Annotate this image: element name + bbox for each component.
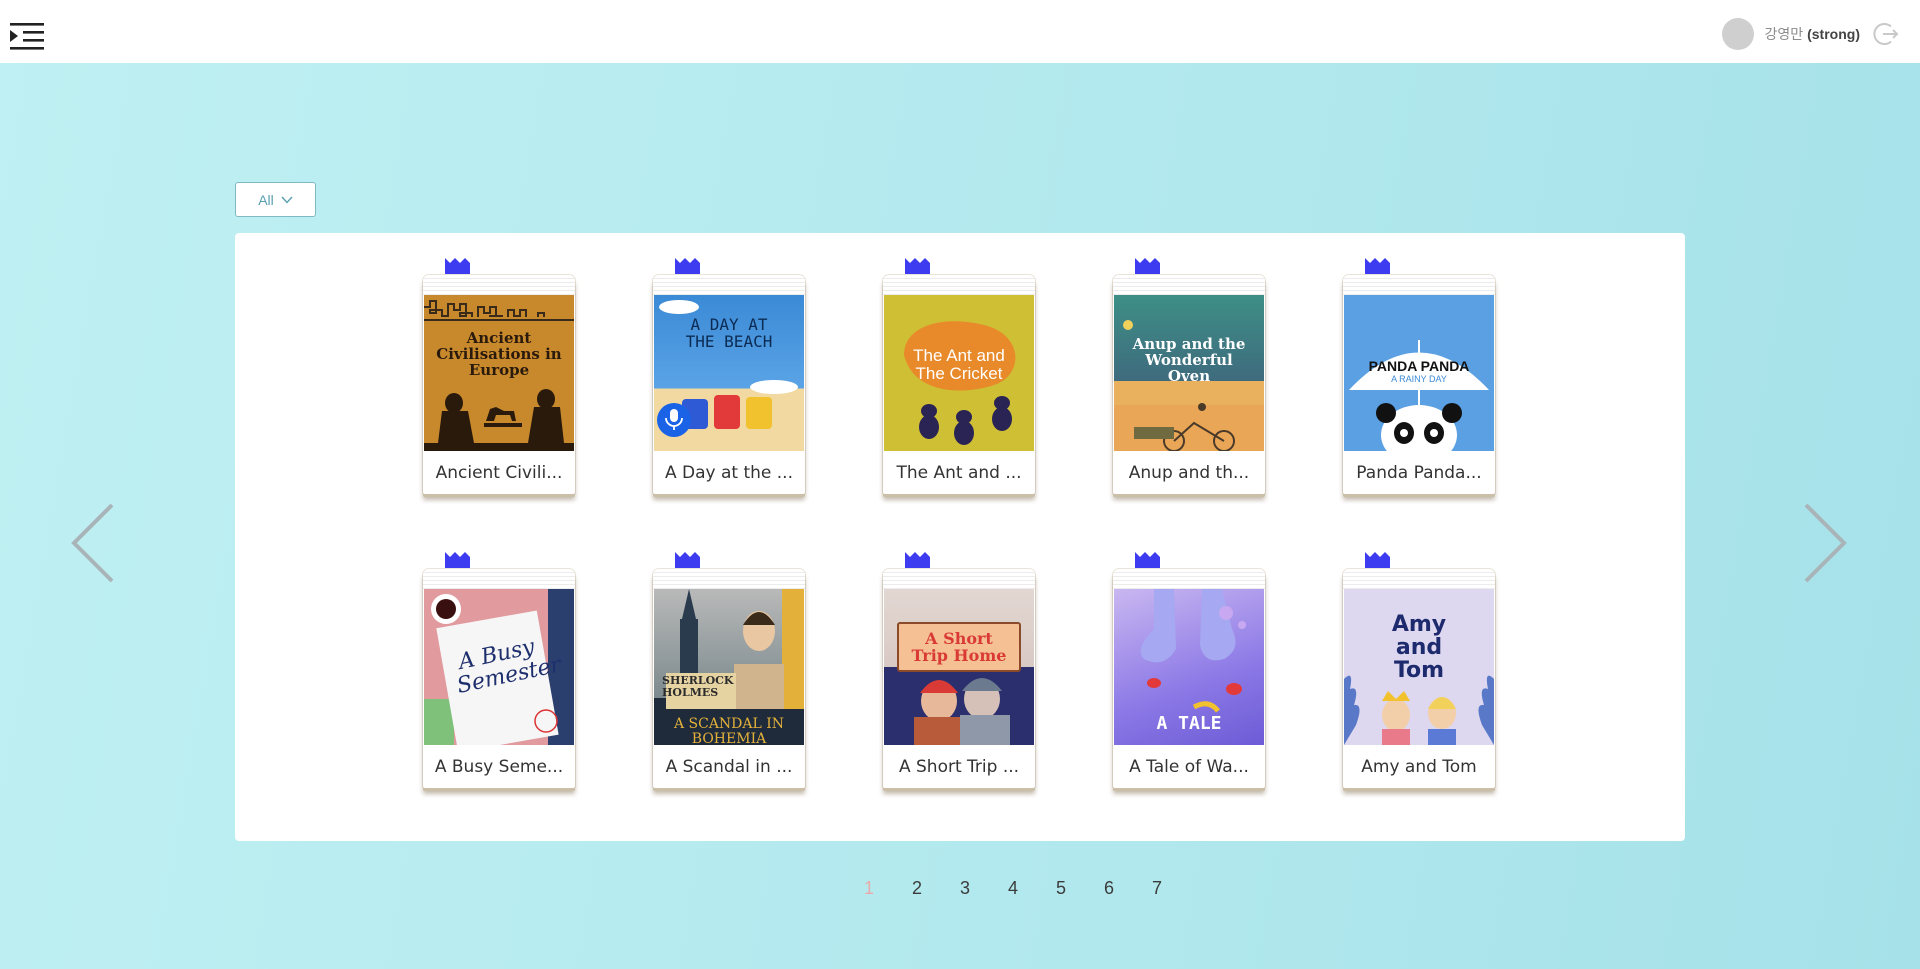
chevron-right-icon xyxy=(1804,503,1847,583)
book-cover: Amy and Tom xyxy=(1344,589,1494,745)
page-number[interactable]: 5 xyxy=(1037,878,1085,899)
cover-subtitle: A RAINY DAY xyxy=(1391,374,1447,384)
book-card[interactable]: A DAY AT THE BEACH A Day at the ... xyxy=(653,258,805,494)
book-cover: A DAY AT THE BEACH xyxy=(654,295,804,451)
chevron-down-icon xyxy=(281,196,293,204)
logout-icon[interactable] xyxy=(1872,20,1900,48)
book-card[interactable]: Amy and Tom Amy and Tom xyxy=(1343,552,1495,788)
pagination: 1 2 3 4 5 6 7 xyxy=(845,878,1181,899)
category-filter-dropdown[interactable]: All xyxy=(235,182,316,217)
user-name: 강영만 xyxy=(1764,26,1804,42)
chevron-left-icon xyxy=(71,503,114,583)
book-card[interactable]: Anup and the Wonderful Oven Anup and th.… xyxy=(1113,258,1265,494)
book-cover: A TALE xyxy=(1114,589,1264,745)
cover-title: PANDA PANDA xyxy=(1368,358,1470,374)
previous-page-arrow[interactable] xyxy=(68,502,118,584)
cover-title: Ancient Civilisations in Europe xyxy=(436,329,562,379)
book-card[interactable]: A Short Trip Home A Short Trip ... xyxy=(883,552,1035,788)
page-number[interactable]: 6 xyxy=(1085,878,1133,899)
book-card[interactable]: PANDA PANDA A RAINY DAY Panda Panda... xyxy=(1343,258,1495,494)
page-number[interactable]: 2 xyxy=(893,878,941,899)
book-card[interactable]: Ancient Civilisations in Europe Ancient … xyxy=(423,258,575,494)
page-number[interactable]: 7 xyxy=(1133,878,1181,899)
book-cover: PANDA PANDA A RAINY DAY xyxy=(1344,295,1494,451)
book-cover: Ancient Civilisations in Europe xyxy=(424,295,574,451)
book-title: A Day at the ... xyxy=(664,462,793,483)
book-card[interactable]: The Ant and The Cricket The Ant and ... xyxy=(883,258,1035,494)
cover-subtitle: A SCANDAL IN BOHEMIA xyxy=(673,716,785,745)
cover-title: The Ant and The Cricket xyxy=(913,346,1005,383)
cover-title: A DAY AT THE BEACH xyxy=(685,315,773,351)
book-card[interactable]: A TALE A Tale of Wa... xyxy=(1113,552,1265,788)
page-number[interactable]: 4 xyxy=(989,878,1037,899)
filter-selected-label: All xyxy=(258,191,274,208)
page-number[interactable]: 3 xyxy=(941,878,989,899)
book-title: The Ant and ... xyxy=(896,462,1022,483)
cover-title: A Short Trip Home xyxy=(911,629,1007,665)
book-title: A Tale of Wa... xyxy=(1129,756,1249,777)
top-bar: 강영만 (strong) xyxy=(0,0,1920,63)
book-shelf-panel: Ancient Civilisations in Europe Ancient … xyxy=(235,233,1685,841)
book-title: A Scandal in ... xyxy=(665,756,793,777)
menu-icon[interactable] xyxy=(10,22,44,52)
cover-title: A TALE xyxy=(1156,713,1222,734)
book-cover: SHERLOCK HOLMES A SCANDAL IN BOHEMIA xyxy=(654,589,804,745)
cover-title: SHERLOCK HOLMES xyxy=(662,674,734,699)
user-info: 강영만 (strong) xyxy=(1722,18,1860,50)
cover-title: Anup and the Wonderful Oven xyxy=(1132,335,1246,385)
book-title: A Short Trip ... xyxy=(898,756,1020,777)
book-title: Ancient Civili... xyxy=(435,462,563,483)
avatar[interactable] xyxy=(1722,18,1755,50)
book-title: Amy and Tom xyxy=(1361,756,1477,777)
cover-title: Amy and Tom xyxy=(1391,612,1447,684)
next-page-arrow[interactable] xyxy=(1800,502,1850,584)
book-cover: Anup and the Wonderful Oven xyxy=(1114,295,1264,451)
book-cover: A Short Trip Home xyxy=(884,589,1034,745)
book-title: A Busy Seme... xyxy=(434,756,564,777)
book-card[interactable]: A Busy Semester A Busy Seme... xyxy=(423,552,575,788)
page-number[interactable]: 1 xyxy=(845,878,893,899)
book-cover: The Ant and The Cricket xyxy=(884,295,1034,451)
book-title: Anup and th... xyxy=(1128,462,1250,483)
book-title: Panda Panda... xyxy=(1356,462,1482,483)
book-cover: A Busy Semester xyxy=(424,589,574,745)
book-card[interactable]: SHERLOCK HOLMES A SCANDAL IN BOHEMIA A S… xyxy=(653,552,805,788)
user-level: (strong) xyxy=(1807,26,1860,42)
